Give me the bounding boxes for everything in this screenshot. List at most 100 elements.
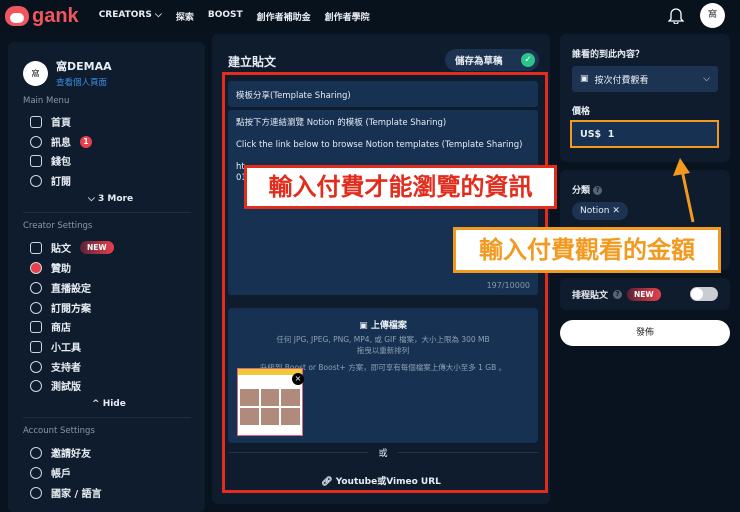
bell-icon[interactable] [668,6,684,24]
visibility-select[interactable]: ▣ 按次付費觀看 ⌵ [572,66,718,92]
sidebar-item-supporters[interactable]: 支持者 [30,359,81,374]
nav-explore[interactable]: 探索 [176,10,194,23]
price-input[interactable]: US$ 1 [570,120,719,148]
gank-logo[interactable]: gank [5,5,79,28]
sidebar-item-widgets[interactable]: 小工具 [30,339,81,354]
account-settings-title: Account Settings [23,426,95,436]
nav-creators[interactable]: CREATORS ⌵ [99,10,162,23]
nav-academy[interactable]: 創作者學院 [325,10,370,23]
help-icon[interactable]: ? [613,290,623,299]
gear-icon [30,301,42,314]
sidebar-item-invite[interactable]: 邀請好友 [30,445,91,460]
visibility-value: 按次付費觀看 [594,75,649,86]
grid-icon [30,340,42,353]
item-label: 首頁 [51,118,71,129]
item-label: 商店 [51,323,71,334]
category-label: 分類 ? [572,183,603,196]
gear-icon [30,379,42,392]
sidebar-item-stream-settings[interactable]: 直播設定 [30,280,91,295]
schedule-toggle[interactable] [690,287,718,301]
category-chip[interactable]: Notion ✕ [572,202,628,220]
image-icon: ▣ [580,74,589,84]
sidebar-item-sponsor[interactable]: 贊助 [30,260,71,275]
sidebar-item-messages[interactable]: 訊息 1 [30,134,92,149]
chat-icon [30,135,42,148]
item-label: 訂閱方案 [51,304,91,315]
unread-badge: 1 [80,135,92,148]
sidebar: 窩 窩DEMAA 查看個人頁面 Main Menu 首頁 訊息 1 錢包 訂閱 ⌵ … [8,42,205,512]
more-toggle[interactable]: ⌵ 3 More [88,194,133,204]
schedule-panel: 排程貼文? NEW [560,278,730,310]
price-label: 價格 [572,107,591,117]
sidebar-item-beta[interactable]: 測試版 [30,378,81,393]
nav-grants[interactable]: 創作者補助金 [257,10,311,23]
home-icon [30,115,42,128]
top-bar: gank CREATORS ⌵ 探索 BOOST 創作者補助金 創作者學院 窩 [0,0,740,32]
user-avatar[interactable]: 窩 [700,3,725,28]
upload-desc: 任何 JPG, JPEG, PNG, MP4, 或 GIF 檔案，大小上限為 3… [276,335,490,344]
user-icon [30,446,42,459]
publish-button[interactable]: 發佈 [560,320,730,346]
save-draft-button[interactable]: 儲存為草稿 ✓ [445,49,539,71]
item-label: 測試版 [51,382,81,393]
top-nav: CREATORS ⌵ 探索 BOOST 創作者補助金 創作者學院 [99,10,370,23]
link-icon: 🔗︎ [321,477,333,487]
video-url-label: Youtube或Vimeo URL [335,477,441,487]
item-label: 直播設定 [51,284,91,295]
sidebar-item-posts[interactable]: 貼文 NEW [30,240,114,255]
upload-title: ▣ 上傳檔案 [228,318,538,331]
upload-area[interactable]: ▣ 上傳檔案 任何 JPG, JPEG, PNG, MP4, 或 GIF 檔案，… [228,308,538,443]
item-label: 帳戶 [51,469,71,480]
save-draft-label: 儲存為草稿 [455,56,503,67]
view-profile-link[interactable]: 查看個人頁面 [56,76,112,88]
wallet-icon [30,154,42,167]
check-icon: ✓ [521,53,535,67]
body-line: 點按下方連結瀏覽 Notion 的模板 (Template Sharing) [236,118,447,128]
heart-icon [30,261,42,274]
remove-image-button[interactable]: × [292,373,304,385]
char-count: 197/10000 [486,280,530,290]
currency: US$ [580,129,602,140]
chevron-down-icon: ⌵ [703,74,710,84]
divider [23,212,191,213]
item-label: 贊助 [51,264,71,275]
nav-boost[interactable]: BOOST [208,10,243,23]
annotation-paid-amount: 輸入付費觀看的金額 [453,227,721,273]
post-title-input[interactable]: 模板分享(Template Sharing) [228,81,538,107]
or-divider: 或 [228,446,538,459]
avatar: 窩 [23,60,48,86]
sidebar-item-account[interactable]: 帳戶 [30,465,71,480]
image-icon: ▣ [359,321,368,331]
uploaded-image-thumbnail[interactable]: × [237,368,304,436]
red-panda-icon [5,6,29,26]
upload-title-text: 上傳檔案 [370,321,407,331]
price-value: 1 [607,129,615,140]
chip-label: Notion [580,206,610,216]
sidebar-item-plans[interactable]: 訂閱方案 [30,300,91,315]
logo-text: gank [32,4,79,27]
sidebar-item-shop[interactable]: 商店 [30,319,71,334]
main-menu-title: Main Menu [23,96,70,106]
globe-icon [30,486,42,499]
hide-toggle[interactable]: ^ Hide [92,399,126,409]
tag-icon [30,320,42,333]
page-title: 建立貼文 [228,55,277,69]
upload-reorder: 拖曳以重新排列 [356,346,410,355]
annotation-paid-content: 輸入付費才能瀏覽的資訊 [244,165,557,209]
category-label-text: 分類 [572,186,591,196]
body-line: Click the link below to browse Notion te… [236,140,523,151]
close-icon[interactable]: ✕ [612,206,620,216]
item-label: 訊息 [51,138,71,149]
video-url-button[interactable]: 🔗︎ Youtube或Vimeo URL [212,474,550,487]
user-icon [30,174,42,187]
help-icon[interactable]: ? [593,186,603,195]
user-icon [30,360,42,373]
sidebar-item-language[interactable]: 國家 / 語言 [30,485,102,500]
sidebar-item-wallet[interactable]: 錢包 [30,153,71,168]
document-icon [30,241,42,254]
sidebar-item-subscriptions[interactable]: 訂閱 [30,173,71,188]
gear-icon [30,281,42,294]
sidebar-item-home[interactable]: 首頁 [30,114,71,129]
hide-label: Hide [102,399,126,409]
profile-name: 窩DEMAA [56,60,112,73]
